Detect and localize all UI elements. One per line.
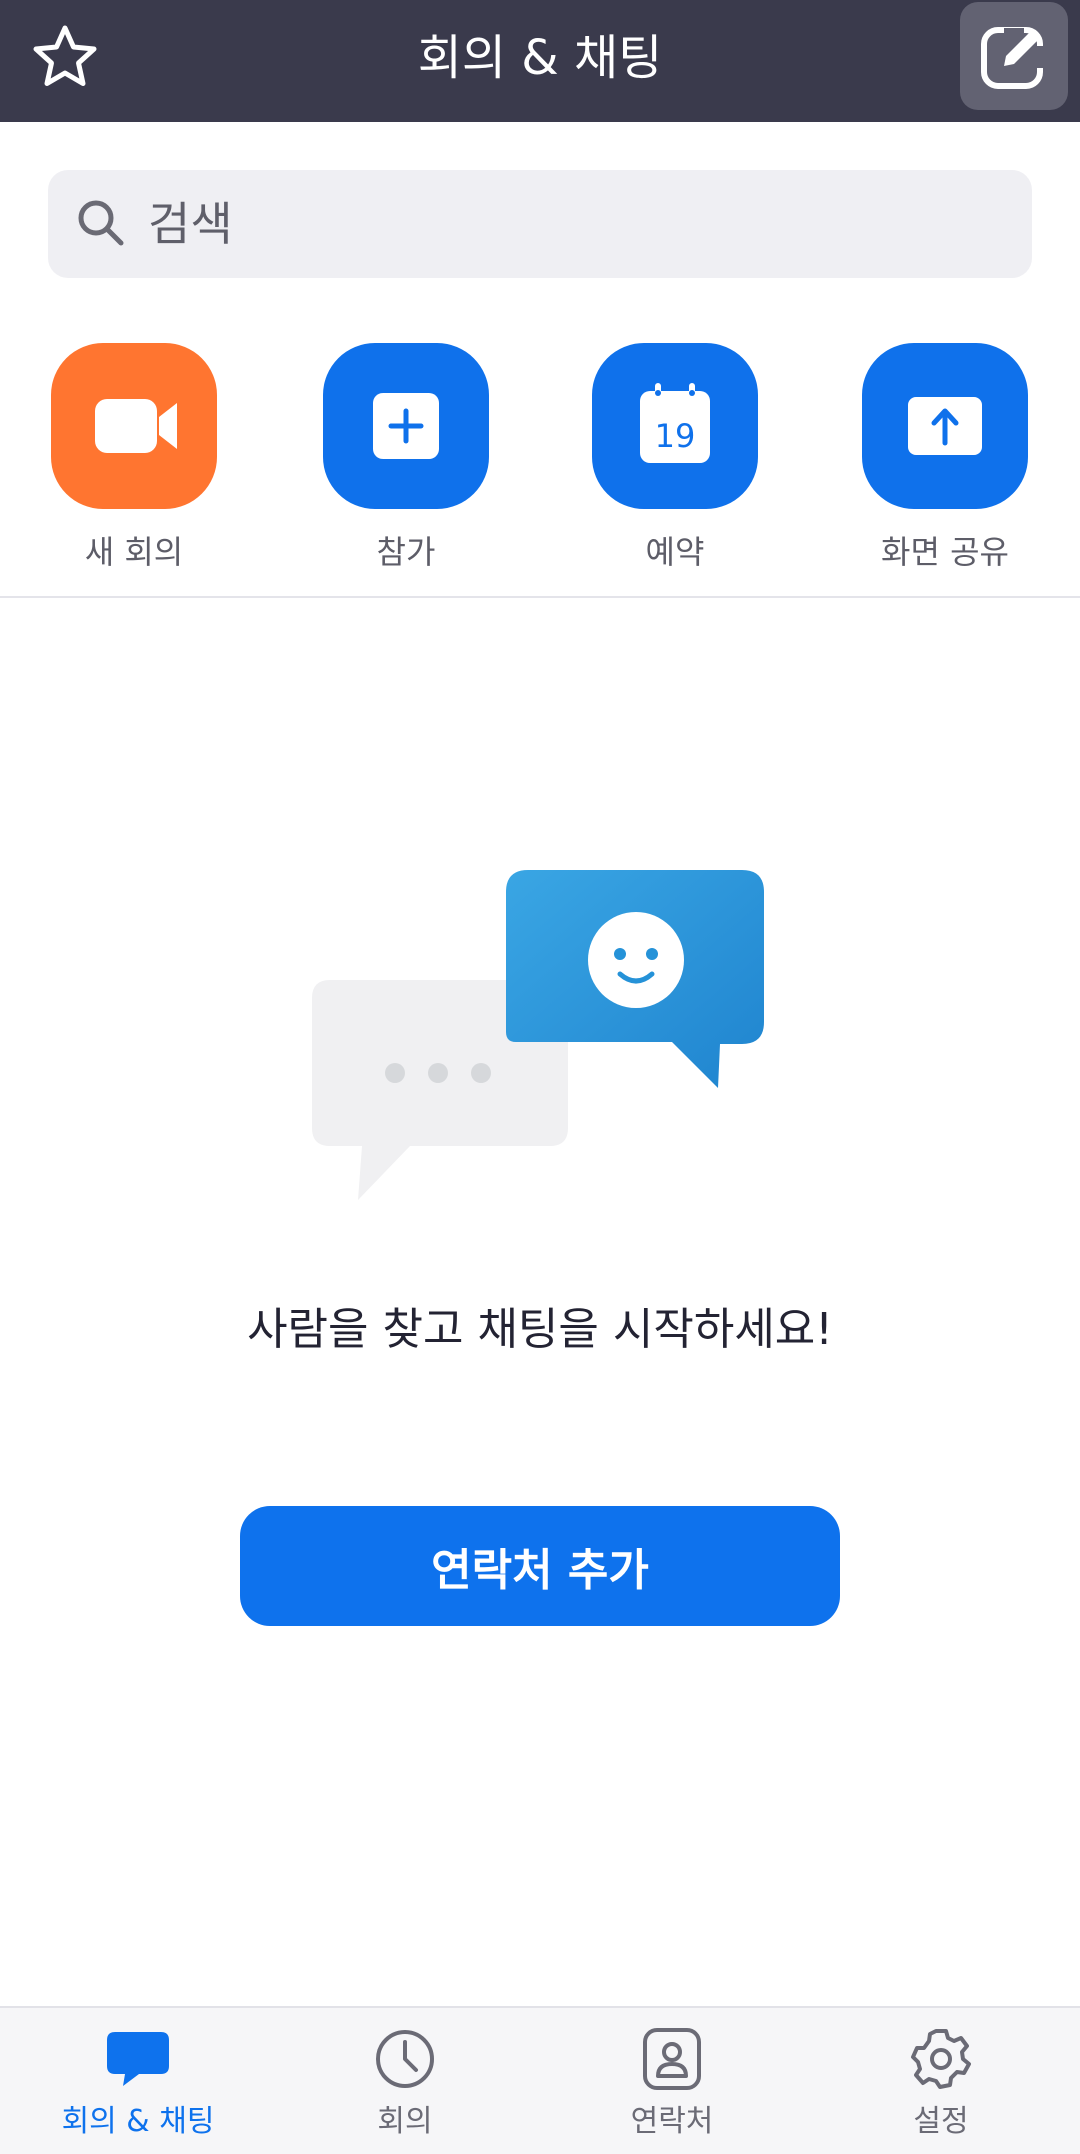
tab-meetings-label: 회의 [377,2104,433,2139]
join-action[interactable]: 참가 [321,343,491,573]
share-screen-label: 화면 공유 [881,533,1009,571]
chat-bubbles-illustration [312,870,764,1200]
search-bar[interactable] [48,170,1032,278]
search-icon [78,200,124,246]
schedule-label: 예약 [645,533,705,571]
compose-edit-icon [981,27,1044,89]
join-button[interactable] [323,343,489,509]
gear-icon [911,2029,971,2089]
top-header: 회의 & 채팅 [0,0,1080,122]
share-up-arrow-icon [908,397,982,455]
calendar-day-text: 19 [655,417,696,455]
tab-contacts[interactable]: 연락처 [562,2028,782,2140]
clock-icon [376,2030,434,2088]
calendar-icon: 19 [640,383,710,463]
schedule-action[interactable]: 19 예약 [590,343,760,573]
new-meeting-label: 새 회의 [84,533,184,571]
share-screen-button[interactable] [862,343,1028,509]
empty-state-message: 사람을 찾고 채팅을 시작하세요! [247,1304,833,1355]
tab-settings-label: 설정 [913,2104,969,2139]
app-screen: 회의 & 채팅 새 회의 [0,0,1080,2154]
tab-meetings[interactable]: 회의 [295,2028,515,2140]
video-camera-icon [95,399,177,453]
tab-meetings-chat-label: 회의 & 채팅 [61,2104,215,2139]
tab-contacts-label: 연락처 [630,2104,714,2139]
plus-square-icon [373,393,439,459]
bottom-nav: 회의 & 채팅 회의 연락처 설정 [0,2006,1080,2154]
schedule-button[interactable]: 19 [592,343,758,509]
new-meeting-action[interactable]: 새 회의 [49,343,219,573]
page-title: 회의 & 채팅 [417,30,663,86]
contact-card-icon [643,2028,701,2090]
share-screen-action[interactable]: 화면 공유 [860,343,1030,573]
join-label: 참가 [376,533,436,571]
section-divider [0,596,1080,598]
add-contact-button[interactable]: 연락처 추가 [240,1506,840,1626]
chat-bubble-icon [107,2032,169,2086]
search-input[interactable] [148,190,1008,258]
new-meeting-button[interactable] [51,343,217,509]
compose-button[interactable] [960,2,1068,110]
tab-meetings-chat[interactable]: 회의 & 채팅 [28,2028,248,2140]
tab-settings[interactable]: 설정 [831,2028,1051,2140]
